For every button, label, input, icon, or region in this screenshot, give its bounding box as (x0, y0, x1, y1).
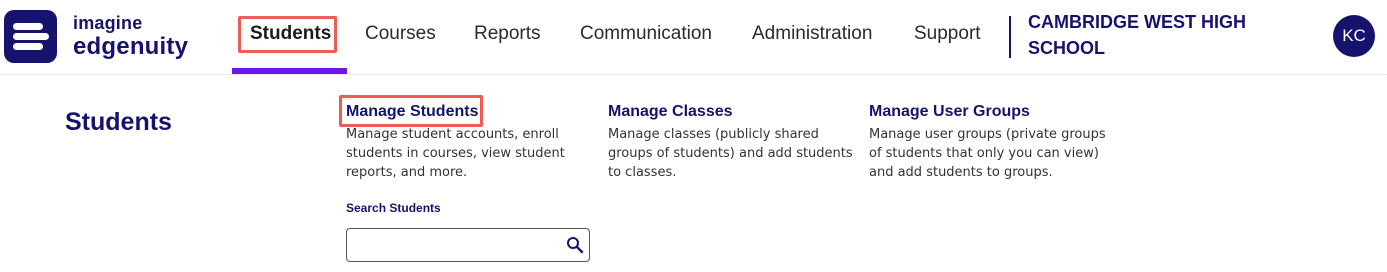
nav-communication[interactable]: Communication (580, 22, 712, 46)
manage-user-groups-description: Manage user groups (private groups of st… (869, 127, 1106, 180)
search-students-field[interactable] (346, 228, 590, 262)
manage-user-groups-link[interactable]: Manage User Groups (869, 101, 1030, 123)
manage-students-description: Manage student accounts, enroll students… (346, 127, 565, 180)
manage-students-section: Manage Students Manage student accounts,… (346, 101, 591, 182)
nav-support[interactable]: Support (914, 22, 981, 46)
page-title: Students (65, 108, 172, 136)
search-students-label: Search Students (346, 201, 441, 215)
manage-students-link[interactable]: Manage Students (346, 101, 478, 123)
logo-bar (13, 33, 49, 40)
nav-administration[interactable]: Administration (752, 22, 872, 46)
nav-students[interactable]: Students (250, 22, 331, 46)
brand-line-1: imagine (73, 13, 143, 33)
school-name: CAMBRIDGE WEST HIGH SCHOOL (1028, 12, 1246, 58)
nav-active-indicator (232, 68, 347, 74)
manage-classes-section: Manage Classes Manage classes (publicly … (608, 101, 853, 182)
nav-reports[interactable]: Reports (474, 22, 541, 46)
top-header: imagine edgenuity Students Courses Repor… (0, 0, 1387, 75)
logo-bar (13, 23, 43, 30)
nav-courses[interactable]: Courses (365, 22, 436, 46)
user-avatar[interactable]: KC (1333, 15, 1375, 57)
search-icon[interactable] (566, 236, 584, 254)
search-students-input[interactable] (353, 232, 553, 258)
manage-classes-link[interactable]: Manage Classes (608, 101, 733, 123)
manage-user-groups-section: Manage User Groups Manage user groups (p… (869, 101, 1114, 182)
logo-bar (13, 43, 43, 50)
edgenuity-logo-icon[interactable] (4, 10, 57, 63)
header-divider (1009, 16, 1011, 58)
brand-wordmark[interactable]: imagine edgenuity (73, 12, 188, 60)
brand-line-2: edgenuity (73, 33, 189, 60)
manage-classes-description: Manage classes (publicly shared groups o… (608, 127, 853, 180)
